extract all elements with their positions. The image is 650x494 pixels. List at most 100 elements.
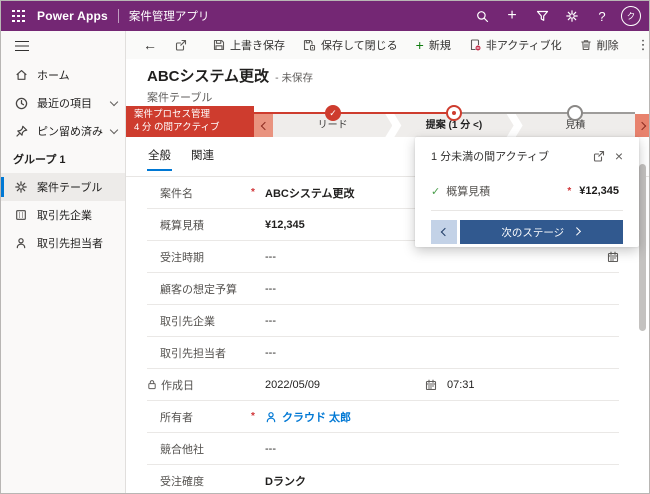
save-icon: [213, 39, 225, 51]
field-value[interactable]: 2022/05/09 07:31: [265, 379, 619, 391]
field-label: 受注時期: [147, 249, 251, 265]
save-button[interactable]: 上書き保存: [204, 31, 294, 59]
sidebar-item-home[interactable]: ホーム: [1, 61, 125, 89]
topbar-divider: [118, 9, 119, 23]
deactivate-icon: [469, 39, 481, 51]
vertical-scrollbar-thumb[interactable]: [639, 164, 646, 331]
owner-lookup-link[interactable]: クラウド 太郎: [265, 409, 351, 425]
help-icon[interactable]: ?: [587, 1, 617, 31]
delete-label: 削除: [597, 37, 619, 53]
tab-general[interactable]: 全般: [147, 144, 172, 171]
waffle-icon[interactable]: [12, 10, 25, 23]
field-label: 所有者: [147, 409, 251, 425]
more-commands-icon[interactable]: ⋮: [628, 31, 650, 59]
add-icon[interactable]: +: [497, 1, 527, 31]
date-value[interactable]: 2022/05/09: [265, 379, 425, 391]
bpf-progress-line-done: [254, 112, 454, 114]
pin-icon: [15, 125, 28, 138]
record-header: ABCシステム更改 - 未保存 案件テーブル: [147, 65, 313, 105]
chevron-left-icon: [260, 121, 268, 129]
chevron-right-icon: [573, 228, 581, 236]
deactivate-button[interactable]: 非アクティブ化: [460, 31, 571, 59]
sidebar-item-pinned[interactable]: ピン留め済み: [1, 117, 125, 145]
home-icon: [15, 69, 28, 82]
delete-button[interactable]: 削除: [571, 31, 628, 59]
sidebar-item-recent[interactable]: 最近の項目: [1, 89, 125, 117]
sidebar-item-case-table[interactable]: 案件テーブル: [1, 173, 125, 201]
record-entity-name: 案件テーブル: [147, 89, 313, 105]
field-value[interactable]: ---: [265, 283, 619, 295]
field-value[interactable]: ---: [265, 347, 619, 359]
hamburger-menu-icon[interactable]: [1, 31, 125, 61]
sidebar-item-accounts[interactable]: 取引先企業: [1, 201, 125, 229]
bpf-scroll-right-button[interactable]: [635, 114, 650, 137]
field-value[interactable]: Dランク: [265, 473, 619, 489]
sidebar-item-label: 取引先企業: [37, 207, 117, 223]
next-stage-button[interactable]: 次のステージ: [460, 220, 623, 244]
sidebar-group-label: グループ 1: [1, 145, 125, 173]
form-field-row: 取引先担当者 ---: [147, 337, 619, 369]
chevron-left-icon: [441, 228, 449, 236]
check-icon: ✓: [431, 185, 440, 198]
main-content: ← 上書き保存 保存して閉じる + 新規: [126, 31, 649, 493]
search-icon[interactable]: [467, 1, 497, 31]
required-marker: *: [251, 411, 265, 422]
required-marker: *: [567, 186, 571, 197]
popout-icon[interactable]: [589, 146, 609, 166]
popup-field-value[interactable]: ¥12,345: [579, 185, 619, 197]
bpf-stage-active-icon[interactable]: [446, 105, 462, 121]
form-field-row: 顧客の想定予算 ---: [147, 273, 619, 305]
user-avatar[interactable]: ク: [621, 6, 641, 26]
bpf-stage-upcoming-icon[interactable]: [567, 105, 583, 121]
field-value[interactable]: ---: [265, 443, 619, 455]
chevron-down-icon: [110, 125, 118, 133]
close-icon[interactable]: ×: [609, 146, 629, 166]
popup-field-row: ✓ 概算見積 * ¥12,345: [431, 181, 623, 201]
tab-related[interactable]: 関連: [190, 144, 215, 171]
bpf-scroll-left-button[interactable]: [254, 114, 273, 137]
bpf-process-header[interactable]: 案件プロセス管理 4 分 の間アクティブ: [126, 106, 254, 137]
required-marker: *: [251, 187, 265, 198]
new-button[interactable]: + 新規: [407, 31, 460, 59]
next-stage-label: 次のステージ: [501, 225, 564, 240]
form-field-row: 競合他社 ---: [147, 433, 619, 465]
app-name: 案件管理アプリ: [129, 8, 210, 24]
save-and-close-button[interactable]: 保存して閉じる: [294, 31, 407, 59]
chevron-right-icon: [638, 121, 646, 129]
calendar-icon[interactable]: [425, 379, 437, 391]
sidebar-item-label: 案件テーブル: [37, 179, 117, 195]
sidebar-item-contacts[interactable]: 取引先担当者: [1, 229, 125, 257]
bpf-stage-completed-icon[interactable]: ✓: [325, 105, 341, 121]
field-value[interactable]: ---: [265, 315, 619, 327]
filter-icon[interactable]: [527, 1, 557, 31]
command-bar: ← 上書き保存 保存して閉じる + 新規: [126, 31, 649, 59]
field-label: 取引先企業: [147, 313, 251, 329]
new-label: 新規: [429, 37, 451, 53]
deactivate-label: 非アクティブ化: [486, 37, 562, 53]
sidebar-item-label: 取引先担当者: [37, 235, 117, 251]
bpf-active-duration: 4 分 の間アクティブ: [134, 122, 254, 135]
lock-icon: [147, 379, 157, 390]
sidebar-item-label: ピン留め済み: [37, 123, 111, 139]
field-empty-value: ---: [265, 251, 276, 263]
record-title: ABCシステム更改: [147, 65, 269, 86]
settings-gear-icon[interactable]: [557, 1, 587, 31]
form-field-row: 所有者 * クラウド 太郎: [147, 401, 619, 433]
popup-title: 1 分未満の間アクティブ: [431, 148, 589, 164]
owner-name: クラウド 太郎: [282, 409, 351, 425]
field-label: 作成日: [161, 377, 194, 393]
field-label: 受注確度: [147, 473, 251, 489]
top-bar: Power Apps 案件管理アプリ + ? ク: [1, 1, 649, 31]
time-value[interactable]: 07:31: [447, 379, 475, 391]
form-tabs: 全般 関連: [147, 144, 215, 171]
calendar-icon[interactable]: [607, 251, 619, 263]
previous-stage-button[interactable]: [431, 220, 457, 244]
brand-label[interactable]: Power Apps: [37, 9, 108, 23]
unsaved-badge: - 未保存: [275, 70, 313, 85]
form-field-row: 受注確度 Dランク: [147, 465, 619, 494]
open-in-new-window-icon[interactable]: [166, 31, 196, 59]
back-icon[interactable]: ←: [134, 31, 166, 59]
field-value[interactable]: ---: [265, 251, 619, 263]
field-label: 競合他社: [147, 441, 251, 457]
trash-icon: [580, 39, 592, 51]
